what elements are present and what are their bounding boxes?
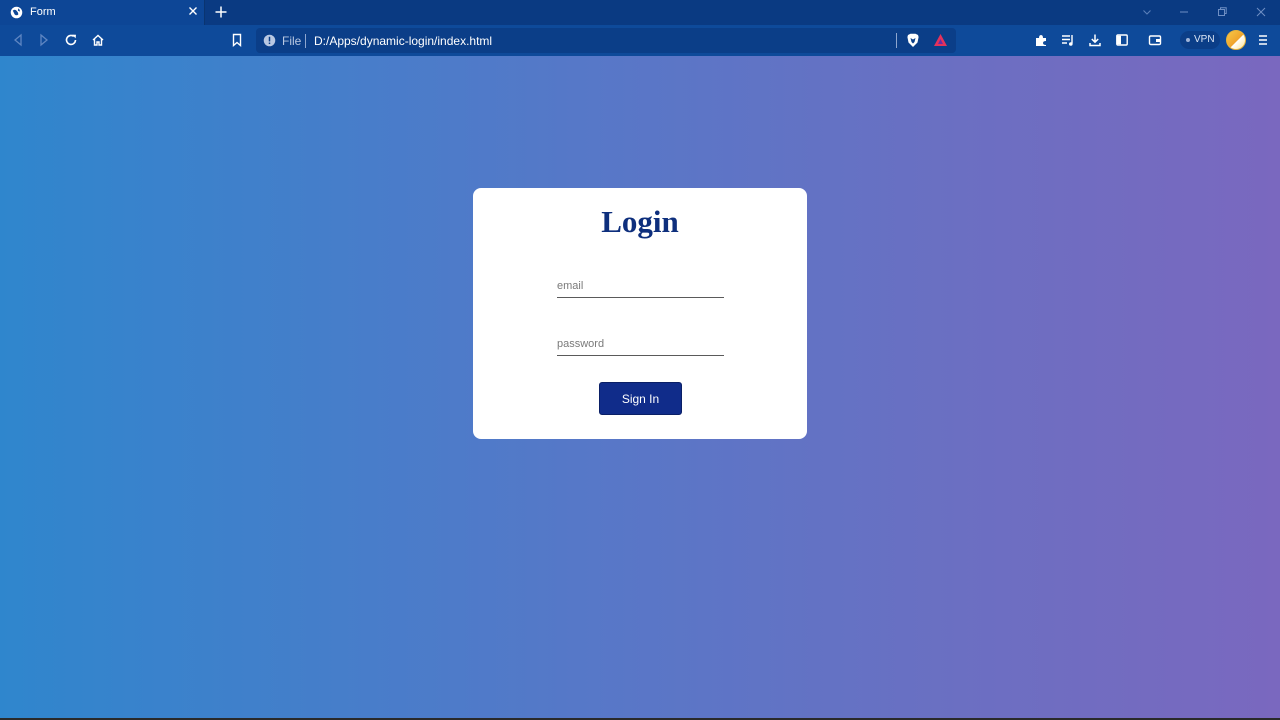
scheme-divider <box>305 34 306 48</box>
login-title: Login <box>601 204 679 239</box>
brave-rewards-icon[interactable] <box>933 33 948 47</box>
email-field[interactable] <box>557 274 724 298</box>
address-bar[interactable]: File D:/Apps/dynamic-login/index.html <box>256 28 956 53</box>
login-card: Login Sign In <box>473 188 807 439</box>
vpn-button[interactable]: VPN <box>1180 31 1220 49</box>
close-tab-icon[interactable] <box>187 5 199 17</box>
new-tab-icon[interactable] <box>214 5 228 19</box>
forward-icon[interactable] <box>37 33 51 47</box>
tab-form[interactable]: Form <box>0 0 205 25</box>
extensions-icon[interactable] <box>1034 33 1048 47</box>
browser-toolbar: File D:/Apps/dynamic-login/index.html VP… <box>0 25 1280 56</box>
back-icon[interactable] <box>11 33 25 47</box>
bookmark-icon[interactable] <box>230 33 244 47</box>
sign-in-button[interactable]: Sign In <box>599 382 682 415</box>
tab-title: Form <box>30 6 56 18</box>
globe-icon <box>10 6 23 19</box>
scheme-label: File <box>282 34 302 48</box>
tab-strip: Form <box>0 0 1280 25</box>
wallet-icon[interactable] <box>1148 33 1162 47</box>
restore-icon[interactable] <box>1216 6 1228 18</box>
password-field[interactable] <box>557 332 724 356</box>
reload-icon[interactable] <box>64 33 78 47</box>
tab-search-chevron-icon[interactable] <box>1141 6 1153 18</box>
minimize-icon[interactable] <box>1178 6 1190 18</box>
playlist-icon[interactable] <box>1061 33 1075 47</box>
sidebar-icon[interactable] <box>1115 33 1129 47</box>
close-window-icon[interactable] <box>1255 6 1267 18</box>
shields-divider <box>896 33 897 48</box>
url-text[interactable]: D:/Apps/dynamic-login/index.html <box>314 34 492 48</box>
site-info-icon[interactable] <box>263 34 276 47</box>
menu-icon[interactable] <box>1256 33 1270 47</box>
brave-shields-icon[interactable] <box>906 33 920 48</box>
home-icon[interactable] <box>91 33 105 47</box>
page-background: Login Sign In <box>0 56 1280 720</box>
download-icon[interactable] <box>1088 33 1102 47</box>
profile-avatar[interactable] <box>1226 30 1246 50</box>
